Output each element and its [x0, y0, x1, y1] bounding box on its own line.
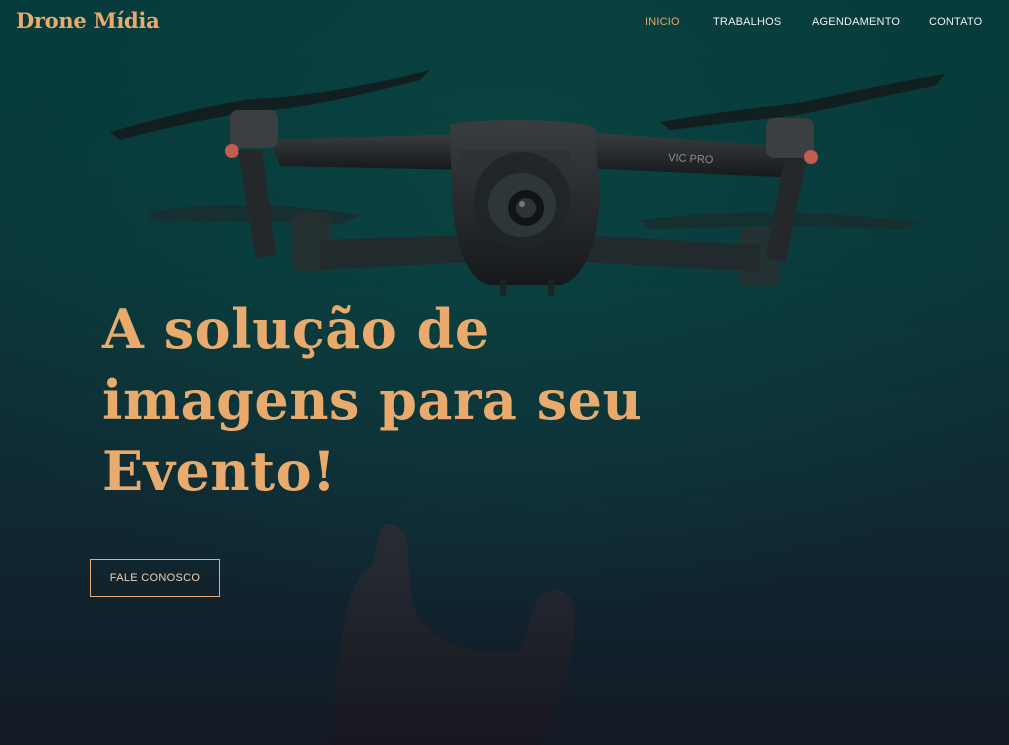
drone-model-label: VIC PRO — [668, 152, 714, 166]
hero-section: VIC PRO Drone Mídia INICIO TRABALHOS AGE… — [0, 0, 1009, 745]
nav-item-agendamento[interactable]: AGENDAMENTO — [812, 16, 900, 28]
hero-headline-line: A solução de — [102, 297, 490, 361]
nav-item-inicio[interactable]: INICIO — [645, 16, 680, 28]
hero-headline: A solução de imagens para seu Evento! — [102, 294, 722, 507]
nav-item-trabalhos[interactable]: TRABALHOS — [713, 16, 781, 28]
nav-item-contato[interactable]: CONTATO — [929, 16, 982, 28]
hero-headline-line: Evento! — [102, 439, 337, 503]
hero-headline-line: imagens para seu — [102, 368, 643, 432]
site-header: Drone Mídia INICIO TRABALHOS AGENDAMENTO… — [0, 0, 1009, 46]
fale-conosco-button[interactable]: FALE CONOSCO — [90, 559, 220, 597]
main-nav: INICIO TRABALHOS AGENDAMENTO CONTATO — [0, 16, 1009, 30]
